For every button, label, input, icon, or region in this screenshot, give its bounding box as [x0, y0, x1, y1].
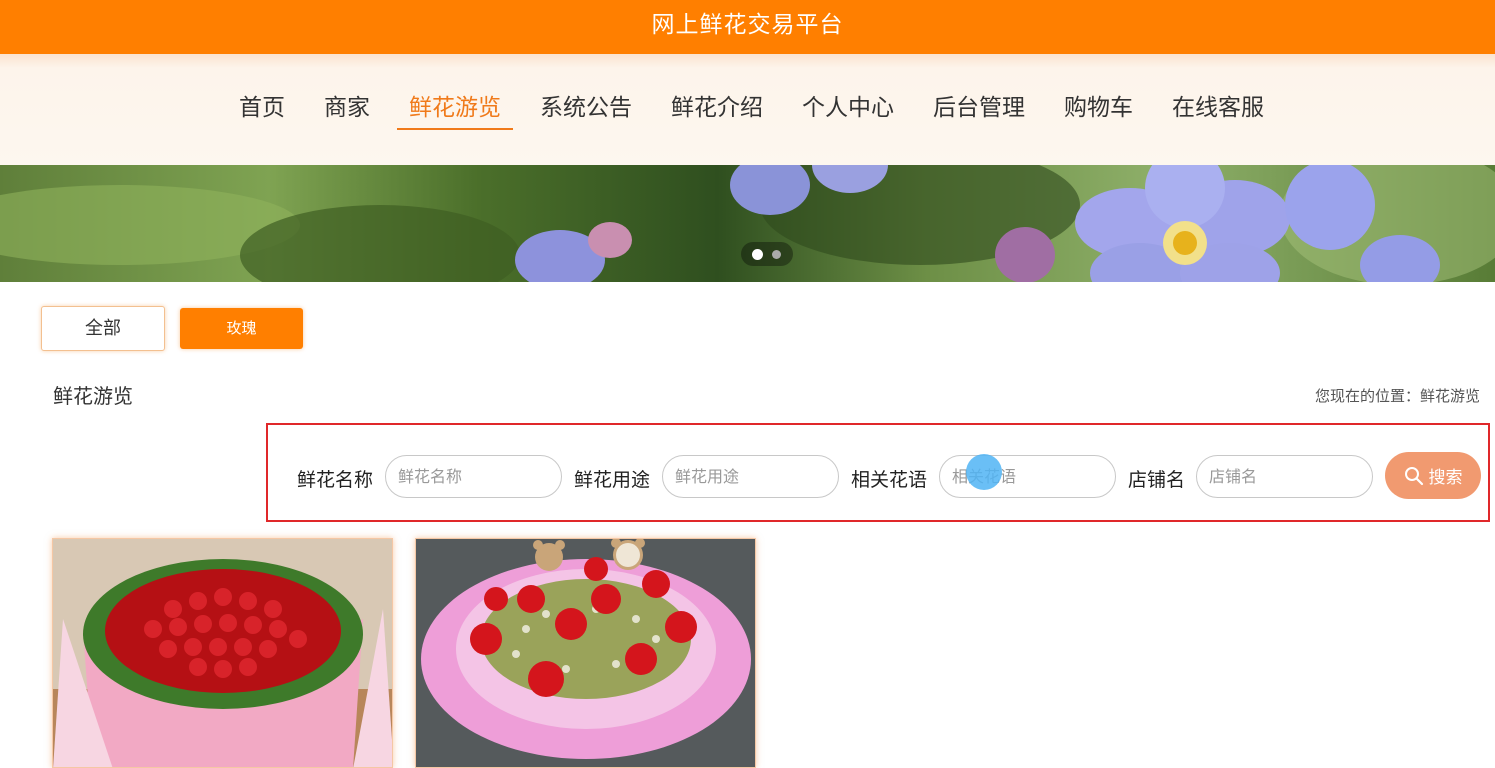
nav-item-personal-center[interactable]: 个人中心: [790, 90, 906, 130]
product-card[interactable]: [415, 538, 756, 768]
carousel-dot-1[interactable]: [752, 249, 763, 260]
flower-language-label: 相关花语: [851, 469, 928, 491]
site-title: 网上鲜花交易平台: [651, 12, 844, 38]
shop-name-label: 店铺名: [1128, 469, 1186, 491]
nav-item-merchants[interactable]: 商家: [312, 90, 382, 130]
product-image-rose-bouquet: [53, 539, 392, 767]
search-button-label: 搜索: [1428, 468, 1463, 488]
carousel-dot-2[interactable]: [772, 250, 781, 259]
section-title: 鲜花游览: [53, 384, 133, 408]
breadcrumb: 您现在的位置：鲜花游览: [1314, 387, 1480, 405]
nav-item-admin[interactable]: 后台管理: [921, 90, 1037, 130]
nav-item-cart[interactable]: 购物车: [1052, 90, 1145, 130]
nav-item-announcements[interactable]: 系统公告: [528, 90, 644, 130]
nav-items: 首页 商家 鲜花游览 系统公告 鲜花介绍 个人中心 后台管理 购物车 在线客服: [227, 90, 1291, 130]
flower-language-input[interactable]: [939, 455, 1116, 498]
nav-item-home[interactable]: 首页: [227, 90, 297, 130]
category-all-button[interactable]: 全部: [41, 306, 165, 351]
mouse-cursor-indicator: [966, 454, 1002, 490]
search-button[interactable]: 搜索: [1385, 452, 1481, 499]
product-image-rose-bouquet-bears: [416, 539, 755, 767]
carousel-dots: [741, 242, 793, 266]
flower-use-input[interactable]: [662, 455, 839, 498]
nav-item-flower-intro[interactable]: 鲜花介绍: [659, 90, 775, 130]
site-title-bar: 网上鲜花交易平台: [0, 0, 1495, 54]
search-icon: [1404, 466, 1424, 486]
main-nav: 首页 商家 鲜花游览 系统公告 鲜花介绍 个人中心 后台管理 购物车 在线客服: [0, 54, 1495, 165]
flower-name-input[interactable]: [385, 455, 562, 498]
flower-use-label: 鲜花用途: [574, 469, 651, 491]
shop-name-input[interactable]: [1196, 455, 1373, 498]
nav-item-customer-service[interactable]: 在线客服: [1160, 90, 1276, 130]
category-rose-button[interactable]: 玫瑰: [180, 308, 303, 349]
nav-item-flower-browse[interactable]: 鲜花游览: [397, 90, 513, 130]
product-card[interactable]: [52, 538, 393, 768]
flower-name-label: 鲜花名称: [297, 469, 374, 491]
